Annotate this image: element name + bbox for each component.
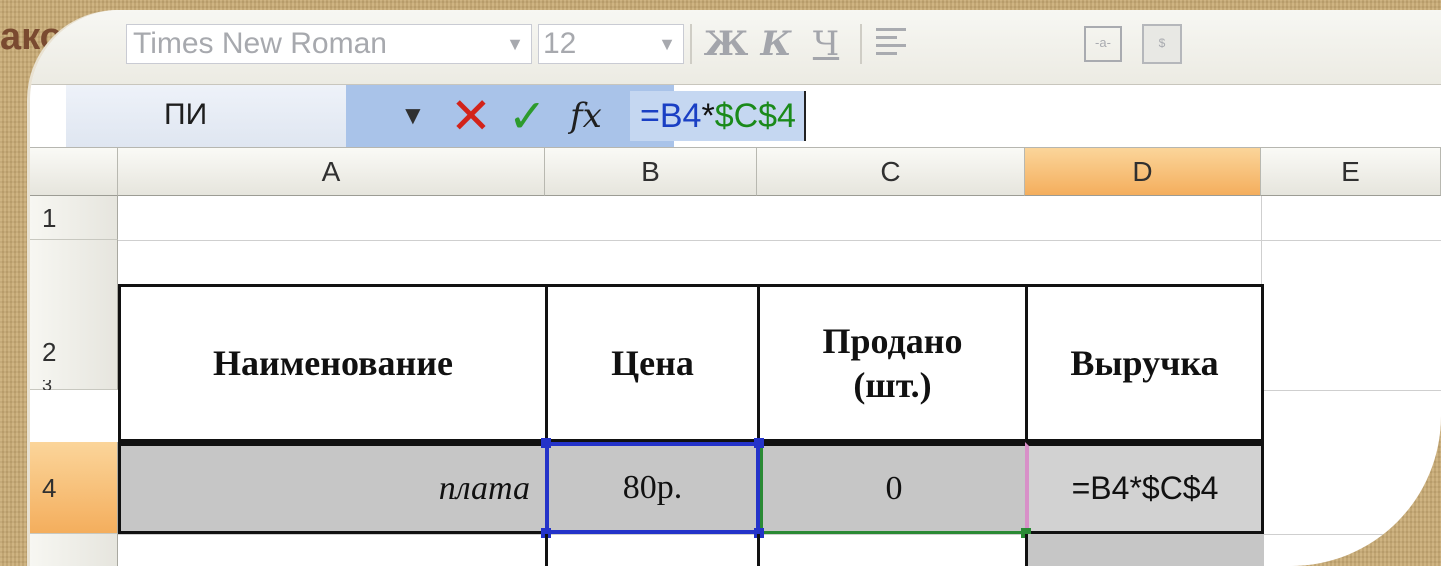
formula-operator: * [701,97,715,135]
cell-d2[interactable]: Выручка [1025,284,1264,442]
row-header-5[interactable] [30,534,118,566]
formatting-toolbar: Times New Roman ▼ 12 ▼ Ж К Ч -a- $ [30,10,1441,85]
chevron-down-icon[interactable]: ▼ [655,25,679,63]
insert-function-icon[interactable]: fx [570,93,602,139]
column-header-e[interactable]: E [1261,148,1441,196]
formula-ref-c4: $C$4 [714,97,796,135]
border-line [757,534,760,566]
bold-button[interactable]: Ж [702,22,750,66]
italic-button[interactable]: К [752,22,800,66]
column-header-b[interactable]: B [545,148,757,196]
worksheet-grid: A B C D E 1 2 3 4 Наименование Цена Прод… [30,148,1441,566]
name-box-dropdown-icon[interactable]: ▼ [400,91,426,139]
formula-equals: = [640,97,660,135]
select-all-corner[interactable] [30,148,118,196]
row-header-2[interactable]: 2 [30,240,118,390]
font-name-select[interactable]: Times New Roman ▼ [126,24,532,64]
enter-icon[interactable]: ✓ [508,87,547,145]
cancel-icon[interactable]: ✕ [450,87,492,145]
spreadsheet-window: Times New Roman ▼ 12 ▼ Ж К Ч -a- $ ПИ ▼ … [30,10,1441,566]
cell-d4-editing[interactable]: =B4*$C$4 [1025,442,1264,534]
toolbar-separator [690,24,692,64]
cell-c2-line1: Продано [822,321,963,361]
font-size-value: 12 [543,27,577,60]
cell-d5[interactable] [1025,534,1264,566]
cell-c4[interactable]: 0 [760,442,1028,534]
font-name-value: Times New Roman [133,27,387,60]
cell-c2-line2: (шт.) [853,365,932,405]
currency-format-icon[interactable]: $ [1142,24,1182,64]
row-header-3[interactable]: 3 [30,380,118,390]
border-line [545,534,548,566]
align-left-icon[interactable] [876,28,906,58]
cell-b4[interactable]: 80р. [545,442,760,534]
formula-bar: ПИ ▼ ✕ ✓ fx =B4*$C$4 [30,85,1441,148]
formula-input[interactable]: =B4*$C$4 [630,91,806,141]
cell-b2[interactable]: Цена [545,284,760,442]
selection-handle[interactable] [541,438,551,448]
row-header-1[interactable]: 1 [30,196,118,240]
column-header-d[interactable]: D [1025,148,1261,196]
cell-c2[interactable]: Продано (шт.) [757,284,1028,442]
column-header-c[interactable]: C [757,148,1025,196]
name-box[interactable]: ПИ [164,91,207,139]
toolbar-separator [860,24,862,64]
column-header-a[interactable]: A [118,148,545,196]
row-header-4[interactable]: 4 [30,442,118,534]
merge-center-icon[interactable]: -a- [1084,26,1122,62]
formula-ref-b4: B4 [659,97,702,135]
chevron-down-icon[interactable]: ▼ [503,25,527,63]
selection-handle[interactable] [754,438,764,448]
gridline [118,240,1441,241]
underline-button[interactable]: Ч [802,22,850,66]
cell-a4[interactable]: плата [118,442,548,534]
font-size-select[interactable]: 12 ▼ [538,24,684,64]
cell-a2[interactable]: Наименование [118,284,548,442]
